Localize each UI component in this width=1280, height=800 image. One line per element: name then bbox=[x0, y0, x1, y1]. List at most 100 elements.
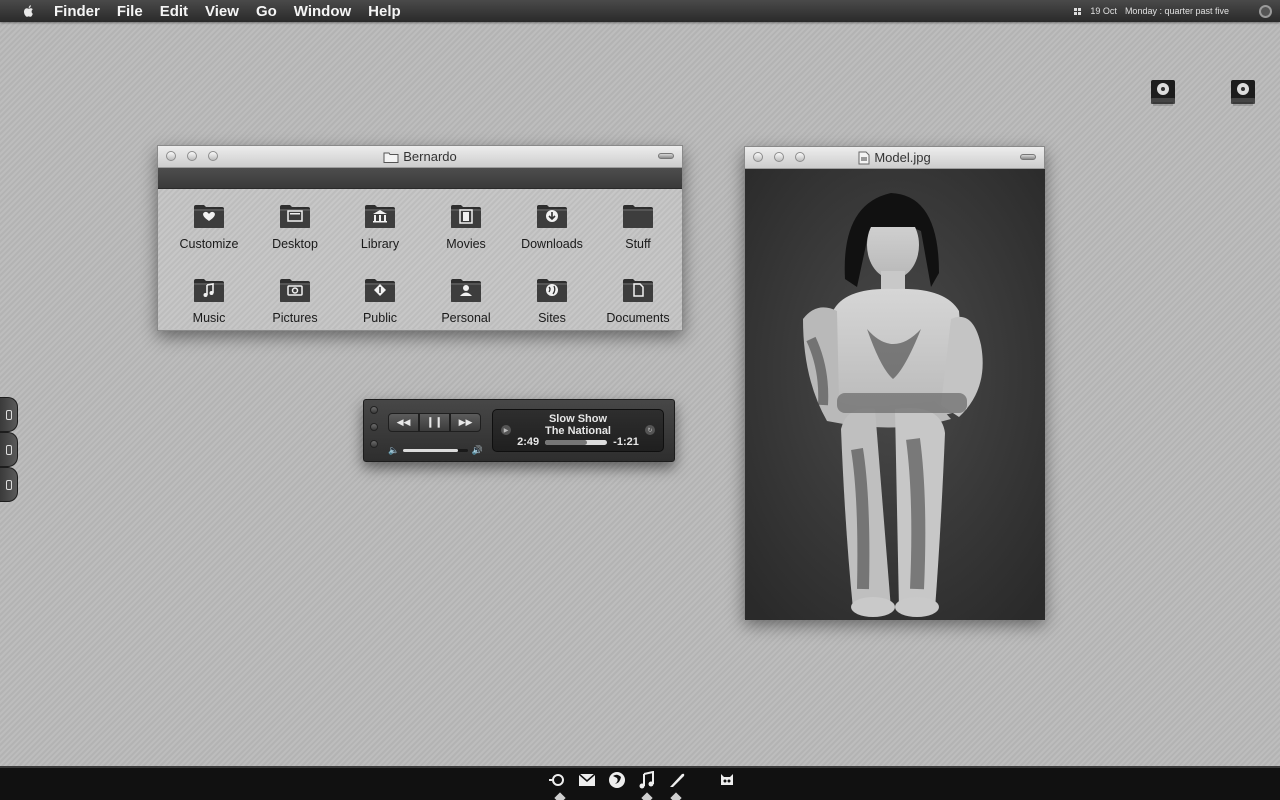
rewind-button[interactable]: ◀◀ bbox=[388, 413, 419, 432]
menu-app-name[interactable]: Finder bbox=[54, 3, 100, 20]
menu-extras: 19 Oct Monday : quarter past five bbox=[1074, 0, 1280, 22]
person-icon bbox=[451, 279, 481, 302]
raccoon-icon[interactable] bbox=[718, 771, 736, 789]
heart-icon bbox=[194, 205, 224, 228]
folder-item-customize[interactable]: Customize bbox=[166, 203, 252, 251]
folder-label: Personal bbox=[441, 311, 491, 325]
transport-controls: ◀◀ ❙❙ ▶▶ bbox=[388, 413, 481, 432]
window-title: Model.jpg bbox=[874, 150, 931, 165]
menu-bar: Finder File Edit View Go Window Help 19 … bbox=[0, 0, 1280, 22]
folder-icon bbox=[623, 205, 653, 228]
folder-item-personal[interactable]: Personal bbox=[423, 277, 509, 325]
folder-label: Movies bbox=[446, 237, 486, 251]
folder-label: Sites bbox=[538, 311, 566, 325]
close-button[interactable] bbox=[370, 406, 378, 414]
minimize-button[interactable] bbox=[370, 423, 378, 431]
window-titlebar[interactable]: Model.jpg bbox=[745, 147, 1044, 169]
loop-icon[interactable]: ↻ bbox=[645, 425, 655, 435]
song-title: Slow Show bbox=[548, 413, 608, 425]
spotlight-icon[interactable] bbox=[548, 771, 566, 789]
folder-item-music[interactable]: Music bbox=[166, 277, 252, 325]
drawer-icon bbox=[5, 444, 12, 455]
folder-item-downloads[interactable]: Downloads bbox=[509, 203, 595, 251]
firefox-icon[interactable] bbox=[608, 771, 626, 789]
side-drawer-tab[interactable] bbox=[0, 397, 18, 432]
folder-item-public[interactable]: Public bbox=[337, 277, 423, 325]
finder-toolbar bbox=[158, 168, 682, 189]
mail-icon[interactable] bbox=[578, 771, 596, 789]
menu-file[interactable]: File bbox=[117, 3, 143, 20]
pause-button[interactable]: ❙❙ bbox=[419, 413, 450, 432]
folder-icon bbox=[383, 152, 399, 163]
apple-icon[interactable] bbox=[22, 4, 36, 18]
fast-forward-button[interactable]: ▶▶ bbox=[450, 413, 481, 432]
hard-drive-icon[interactable] bbox=[1149, 78, 1177, 108]
volume-low-icon: 🔈 bbox=[388, 444, 400, 455]
folder-item-stuff[interactable]: Stuff bbox=[595, 203, 681, 251]
folder-label: Library bbox=[360, 237, 400, 251]
folder-label: Customize bbox=[179, 237, 239, 251]
preview-window: Model.jpg bbox=[744, 146, 1045, 620]
dock-running-indicator bbox=[670, 792, 682, 800]
folder-item-sites[interactable]: Sites bbox=[509, 277, 595, 325]
folder-label: Music bbox=[192, 311, 226, 325]
folder-item-pictures[interactable]: Pictures bbox=[252, 277, 338, 325]
hard-drive-icon[interactable] bbox=[1229, 78, 1257, 108]
volume-high-icon: 🔊 bbox=[471, 444, 483, 455]
folder-item-documents[interactable]: Documents bbox=[595, 277, 681, 325]
menu-date[interactable]: 19 Oct bbox=[1090, 6, 1117, 16]
menu-extra-grid-icon[interactable] bbox=[1074, 7, 1082, 15]
close-button[interactable] bbox=[166, 151, 176, 161]
drawer-icon bbox=[5, 479, 12, 490]
remaining-time: -1:21 bbox=[613, 436, 639, 448]
zoom-button[interactable] bbox=[795, 152, 805, 162]
folder-item-movies[interactable]: Movies bbox=[423, 203, 509, 251]
folder-label: Public bbox=[362, 311, 398, 325]
itunes-icon[interactable] bbox=[638, 771, 656, 789]
photo-image bbox=[745, 169, 1045, 620]
public-icon bbox=[365, 279, 395, 302]
folder-item-library[interactable]: Library bbox=[337, 203, 423, 251]
window-title: Bernardo bbox=[403, 149, 457, 164]
menu-help[interactable]: Help bbox=[368, 3, 401, 20]
spotlight-search-icon[interactable] bbox=[1259, 4, 1272, 18]
zoom-button[interactable] bbox=[208, 151, 218, 161]
now-playing-display: ▶ Slow Show The National 2:49 -1:21 ↻ bbox=[492, 409, 664, 452]
fast-forward-icon: ▶▶ bbox=[458, 417, 473, 427]
folder-label: Downloads bbox=[521, 237, 583, 251]
download-icon bbox=[537, 205, 567, 228]
side-drawer-tab[interactable] bbox=[0, 432, 18, 467]
minimize-button[interactable] bbox=[187, 151, 197, 161]
folder-label: Documents bbox=[606, 311, 670, 325]
music-note-icon bbox=[194, 279, 224, 302]
progress-bar[interactable] bbox=[545, 439, 608, 445]
close-button[interactable] bbox=[753, 152, 763, 162]
itunes-mini-player: ◀◀ ❙❙ ▶▶ 🔈 🔊 ▶ Slow Show The National 2:… bbox=[363, 399, 675, 462]
volume-control: 🔈 🔊 bbox=[388, 444, 483, 456]
menu-view[interactable]: View bbox=[205, 3, 239, 20]
minimize-button[interactable] bbox=[774, 152, 784, 162]
pause-icon: ❙❙ bbox=[426, 417, 443, 428]
toolbar-toggle-button[interactable] bbox=[1020, 154, 1036, 160]
camera-icon bbox=[280, 279, 310, 302]
drawer-icon bbox=[5, 409, 12, 420]
folder-label: Pictures bbox=[272, 311, 318, 325]
menu-window[interactable]: Window bbox=[294, 3, 351, 20]
side-drawer-tab[interactable] bbox=[0, 467, 18, 502]
finder-window: Bernardo Customize Desktop Library Movies Do… bbox=[157, 145, 683, 331]
quill-icon[interactable] bbox=[668, 771, 686, 789]
film-icon bbox=[451, 205, 481, 228]
menu-edit[interactable]: Edit bbox=[160, 3, 188, 20]
menu-go[interactable]: Go bbox=[256, 3, 277, 20]
volume-slider[interactable] bbox=[403, 448, 468, 452]
play-small-icon[interactable]: ▶ bbox=[501, 425, 511, 435]
document-icon bbox=[858, 151, 870, 164]
folder-item-desktop[interactable]: Desktop bbox=[252, 203, 338, 251]
zoom-button[interactable] bbox=[370, 440, 378, 448]
folder-label: Desktop bbox=[272, 237, 318, 251]
window-titlebar[interactable]: Bernardo bbox=[158, 146, 682, 168]
menu-clock[interactable]: Monday : quarter past five bbox=[1125, 6, 1229, 16]
toolbar-toggle-button[interactable] bbox=[658, 153, 674, 159]
globe-icon bbox=[537, 279, 567, 302]
dock-running-indicator bbox=[554, 792, 566, 800]
